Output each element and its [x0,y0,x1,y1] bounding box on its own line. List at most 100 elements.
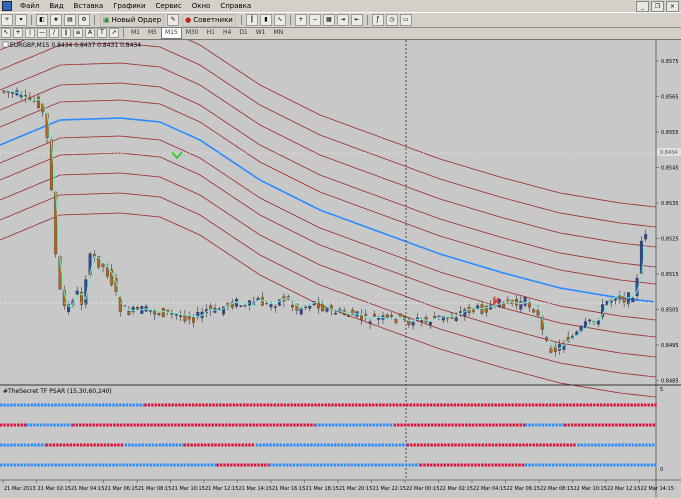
psar-dot [514,403,518,407]
psar-dot [430,443,433,447]
arrows-icon[interactable]: ➚ [109,28,119,38]
crosshair-tool-icon[interactable]: + [13,28,23,38]
zoom-out-icon[interactable]: − [308,14,321,26]
new-chart-icon[interactable]: + [1,14,13,26]
timeframe-h1[interactable]: H1 [203,27,219,39]
psar-dot [647,403,650,407]
menu-window[interactable]: Окно [187,0,216,12]
psar-dot [149,463,152,467]
periods-icon[interactable]: ◷ [385,14,398,26]
psar-dot [579,403,582,407]
timeframe-m5[interactable]: M5 [144,27,161,39]
psar-dot [391,463,394,467]
psar-dot [640,463,643,467]
chart-shift-icon[interactable]: ⇤ [350,14,363,26]
text-icon[interactable]: A [85,28,95,38]
psar-dot [110,443,113,447]
psar-dot [159,463,163,467]
psar-dot [601,443,604,447]
psar-dot [79,443,83,447]
candle-body [75,290,79,295]
tester-icon[interactable]: ⚙ [78,14,90,26]
psar-dot [323,443,327,447]
menu-charts[interactable]: Графики [108,0,150,12]
price-chart[interactable]: EURGBP,M15 0.8434 0.8437 0.8431 0.8434 0… [0,22,681,497]
chart-window[interactable]: EURGBP,M15 0.8434 0.8437 0.8431 0.8434 0… [0,22,681,497]
psar-dot [69,443,73,447]
psar-dot [216,463,219,467]
timeframe-w1[interactable]: W1 [252,27,270,39]
autoscroll-icon[interactable]: ⇥ [336,14,349,26]
psar-dot [450,403,453,407]
channel-icon[interactable]: ∥ [61,28,71,38]
psar-dot [613,403,616,407]
fibonacci-icon[interactable]: ≡ [73,28,83,38]
new-order-icon: ▣ [103,16,110,24]
psar-dot [409,403,412,407]
psar-dot [228,423,231,427]
psar-dot [381,463,384,467]
psar-dot [321,403,324,407]
menu-help[interactable]: Справка [215,0,256,12]
line-chart-icon[interactable]: ∿ [273,14,286,26]
label-icon[interactable]: T [97,28,107,38]
psar-dot [467,443,471,447]
candlestick-icon[interactable]: ▮ [259,14,272,26]
psar-dot [327,443,330,447]
metaeditor-icon[interactable]: ✎ [167,14,180,26]
zoom-in-icon[interactable]: + [294,14,307,26]
psar-dot [538,423,541,427]
horizontal-line-icon[interactable]: — [37,28,47,38]
menu-insert[interactable]: Вставка [69,0,109,12]
psar-dot [596,403,599,407]
timeframe-mn[interactable]: MN [270,27,288,39]
psar-dot [276,423,279,427]
vertical-line-icon[interactable]: | [25,28,35,38]
bar-chart-icon[interactable]: ┃ [245,14,258,26]
psar-dot [218,423,221,427]
market-watch-icon[interactable]: ◧ [36,14,48,26]
crosshair-icon[interactable]: ↖ [1,28,11,38]
psar-dot [147,423,150,427]
psar-dot [344,443,347,447]
psar-dot [451,423,454,427]
new-order-button[interactable]: ▣ Новый Ордер [100,13,165,27]
psar-dot [630,403,633,407]
psar-dot [232,403,236,407]
timeframe-m1[interactable]: M1 [127,27,144,39]
psar-dot [164,423,167,427]
psar-dot [389,403,392,407]
psar-dot [548,423,551,427]
indicators-icon[interactable]: ƒ [371,14,384,26]
restore-icon[interactable]: ❐ [651,1,664,12]
tile-windows-icon[interactable]: ▦ [322,14,335,26]
timeframe-m30[interactable]: M30 [182,27,203,39]
menu-file[interactable]: Файл [15,0,44,12]
psar-dot [556,443,559,447]
psar-dot [371,443,374,447]
close-icon[interactable]: × [666,1,679,12]
templates-icon[interactable]: ▭ [399,14,412,26]
timeframe-d1[interactable]: D1 [235,27,251,39]
psar-dot [386,423,389,427]
psar-dot [178,403,181,407]
psar-dot [562,403,565,407]
trendline-icon[interactable]: / [49,28,59,38]
profiles-icon[interactable]: ▾ [15,14,27,26]
menu-view[interactable]: Вид [44,0,68,12]
psar-dot [299,463,302,467]
timeframe-h4[interactable]: H4 [219,27,235,39]
navigator-icon[interactable]: ★ [50,14,62,26]
psar-dot [269,463,272,467]
psar-dot [96,443,100,447]
psar-dot [142,463,146,467]
menu-tools[interactable]: Сервис [151,0,187,12]
timeframe-m15[interactable]: M15 [161,27,182,39]
psar-dot [180,463,183,467]
expert-advisors-button[interactable]: ● Советники [182,13,236,27]
psar-dot [515,463,518,467]
terminal-icon[interactable]: ▤ [64,14,76,26]
psar-dot [401,463,404,467]
psar-dot [632,423,635,427]
minimize-icon[interactable]: _ [636,1,649,12]
